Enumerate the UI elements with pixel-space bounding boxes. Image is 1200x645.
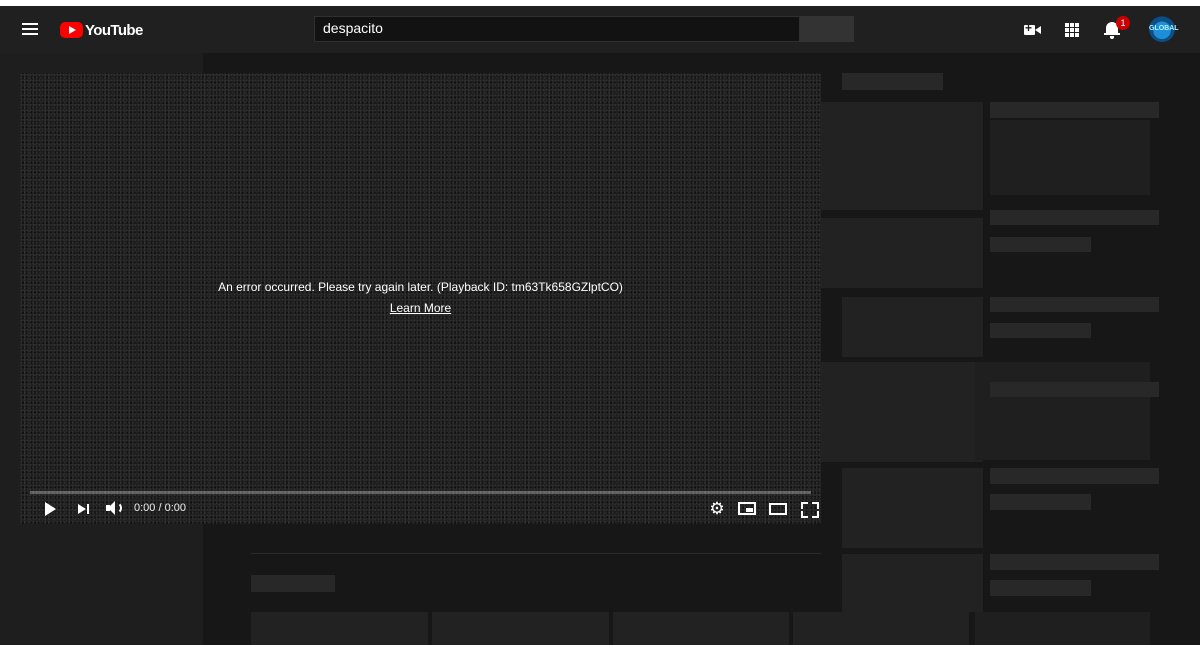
skeleton-thumbnail [821,218,983,288]
time-display: 0:00 / 0:00 [134,502,186,514]
skeleton-thumbnail [842,554,983,612]
masthead: YouTube despacito 1 GLOBAL [0,6,1200,53]
avatar[interactable]: GLOBAL [1149,16,1179,42]
skeleton-heading [842,73,943,90]
search-input[interactable]: despacito [314,16,800,42]
skeleton-card [613,612,789,645]
error-message: An error occurred. Please try again late… [218,280,623,294]
skeleton-card [251,612,428,645]
skeleton-line [990,382,1159,397]
skeleton-thumbnail [842,468,983,548]
search-button[interactable] [800,16,854,42]
skeleton-block [975,362,1150,460]
next-icon[interactable] [74,500,96,518]
miniplayer-icon[interactable] [737,500,759,518]
skeleton-thumbnail [842,297,983,357]
learn-more-link[interactable]: Learn More [20,301,821,315]
skeleton-line [990,580,1091,596]
fullscreen-icon[interactable] [799,500,821,518]
skeleton-line [990,237,1091,252]
skeleton-line [990,468,1159,484]
progress-bar[interactable] [30,491,811,494]
theater-icon[interactable] [768,500,790,518]
skeleton-line [990,554,1159,570]
play-icon[interactable] [41,500,63,518]
skeleton-heading [251,575,335,592]
skeleton-line [990,102,1159,118]
skeleton-line [990,323,1091,338]
skeleton-thumbnail [821,362,983,462]
notification-count-badge: 1 [1116,16,1130,30]
video-player[interactable]: An error occurred. Please try again late… [20,73,821,524]
skeleton-card [793,612,969,645]
skeleton-block [990,120,1150,195]
skeleton-card [432,612,609,645]
volume-icon[interactable] [104,500,126,518]
skeleton-thumbnail [821,102,983,210]
skeleton-line [990,210,1159,225]
skeleton-block [975,612,1150,645]
youtube-play-icon [60,22,83,38]
menu-icon[interactable] [20,20,42,40]
youtube-logo[interactable]: YouTube [60,19,143,41]
skeleton-line [990,297,1159,312]
apps-grid-icon[interactable] [1060,18,1084,42]
settings-icon[interactable]: ⚙ [706,500,728,518]
skeleton-line [990,494,1091,510]
create-video-icon[interactable] [1020,18,1044,42]
divider [251,553,821,554]
logo-text: YouTube [85,21,143,39]
